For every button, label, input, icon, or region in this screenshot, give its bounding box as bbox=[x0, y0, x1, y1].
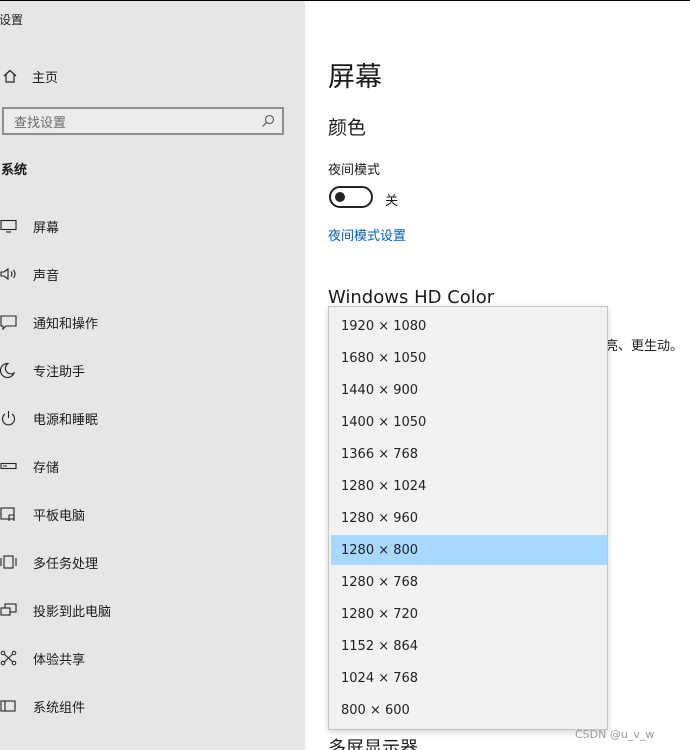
color-heading: 颜色 bbox=[328, 117, 367, 139]
night-light-settings-link[interactable]: 夜间模式设置 bbox=[328, 225, 406, 244]
resolution-option[interactable]: 800 × 600 bbox=[331, 695, 607, 725]
sidebar-item-storage[interactable]: 存储 bbox=[0, 451, 300, 481]
resolution-option[interactable]: 1280 × 960 bbox=[331, 503, 607, 533]
resolution-option[interactable]: 1280 × 1024 bbox=[331, 471, 607, 501]
resolution-option[interactable]: 1400 × 1050 bbox=[331, 407, 607, 437]
settings-sidebar: 设置 主页 查找设置 系统 屏幕 声音 通知和操作 专注助手 电源和睡眠 存储 bbox=[0, 1, 305, 750]
sidebar-item-label: 存储 bbox=[33, 460, 60, 476]
search-icon bbox=[261, 114, 275, 128]
resolution-option[interactable]: 1152 × 864 bbox=[331, 631, 607, 661]
sidebar-item-label: 多任务处理 bbox=[33, 556, 99, 572]
monitor-icon bbox=[0, 218, 22, 234]
sidebar-item-sound[interactable]: 声音 bbox=[0, 259, 300, 289]
sidebar-home-label: 主页 bbox=[32, 70, 59, 86]
multitask-icon bbox=[0, 554, 22, 570]
share-icon bbox=[0, 650, 22, 666]
window-title: 设置 bbox=[0, 13, 24, 27]
resolution-option-selected[interactable]: 1280 × 800 bbox=[331, 535, 607, 565]
resolution-option[interactable]: 1280 × 768 bbox=[331, 567, 607, 597]
sidebar-item-label: 声音 bbox=[33, 268, 60, 284]
resolution-option[interactable]: 1440 × 900 bbox=[331, 375, 607, 405]
sidebar-home[interactable]: 主页 bbox=[0, 61, 290, 91]
night-light-label: 夜间模式 bbox=[328, 163, 381, 178]
sidebar-item-project[interactable]: 投影到此电脑 bbox=[0, 595, 300, 625]
page-title: 屏幕 bbox=[328, 62, 382, 93]
sidebar-item-focus-assist[interactable]: 专注助手 bbox=[0, 355, 300, 385]
search-input[interactable]: 查找设置 bbox=[2, 107, 284, 135]
sidebar-item-label: 系统组件 bbox=[33, 700, 86, 716]
sidebar-item-power[interactable]: 电源和睡眠 bbox=[0, 403, 300, 433]
notification-icon bbox=[0, 314, 22, 330]
sidebar-item-label: 平板电脑 bbox=[33, 508, 86, 524]
sidebar-item-display[interactable]: 屏幕 bbox=[0, 211, 300, 241]
resolution-dropdown-list[interactable]: 1920 × 1080 1680 × 1050 1440 × 900 1400 … bbox=[328, 306, 608, 730]
hd-color-heading: Windows HD Color bbox=[328, 287, 495, 308]
tablet-icon bbox=[0, 506, 22, 522]
sidebar-item-system-components[interactable]: 系统组件 bbox=[0, 691, 300, 721]
sidebar-item-label: 通知和操作 bbox=[33, 316, 99, 332]
moon-icon bbox=[0, 362, 22, 378]
sidebar-item-multitasking[interactable]: 多任务处理 bbox=[0, 547, 300, 577]
speaker-icon bbox=[0, 266, 22, 282]
resolution-option[interactable]: 1920 × 1080 bbox=[331, 311, 607, 341]
resolution-option[interactable]: 1024 × 768 bbox=[331, 663, 607, 693]
multiple-displays-heading: 多屏显示器 bbox=[328, 738, 418, 750]
resolution-option[interactable]: 1280 × 720 bbox=[331, 599, 607, 629]
resolution-option[interactable]: 1366 × 768 bbox=[331, 439, 607, 469]
sidebar-item-label: 电源和睡眠 bbox=[33, 412, 99, 428]
sidebar-item-tablet[interactable]: 平板电脑 bbox=[0, 499, 300, 529]
storage-icon bbox=[0, 458, 22, 474]
home-icon bbox=[0, 68, 24, 84]
sidebar-item-shared-experiences[interactable]: 体验共享 bbox=[0, 643, 300, 673]
search-placeholder: 查找设置 bbox=[14, 115, 67, 131]
sidebar-item-label: 体验共享 bbox=[33, 652, 86, 668]
hd-color-description: 亮、更生动。 bbox=[605, 339, 684, 354]
project-icon bbox=[0, 602, 22, 618]
sidebar-item-label: 投影到此电脑 bbox=[33, 604, 112, 620]
sidebar-item-notifications[interactable]: 通知和操作 bbox=[0, 307, 300, 337]
watermark: CSDN @u_v_w bbox=[575, 728, 655, 741]
night-light-state: 关 bbox=[385, 194, 399, 209]
power-icon bbox=[0, 410, 22, 426]
components-icon bbox=[0, 698, 22, 714]
toggle-knob bbox=[335, 192, 345, 202]
sidebar-item-label: 专注助手 bbox=[33, 364, 86, 380]
sidebar-item-label: 屏幕 bbox=[33, 220, 60, 236]
night-light-toggle[interactable] bbox=[329, 186, 373, 208]
sidebar-section-title: 系统 bbox=[1, 163, 28, 178]
resolution-option[interactable]: 1680 × 1050 bbox=[331, 343, 607, 373]
